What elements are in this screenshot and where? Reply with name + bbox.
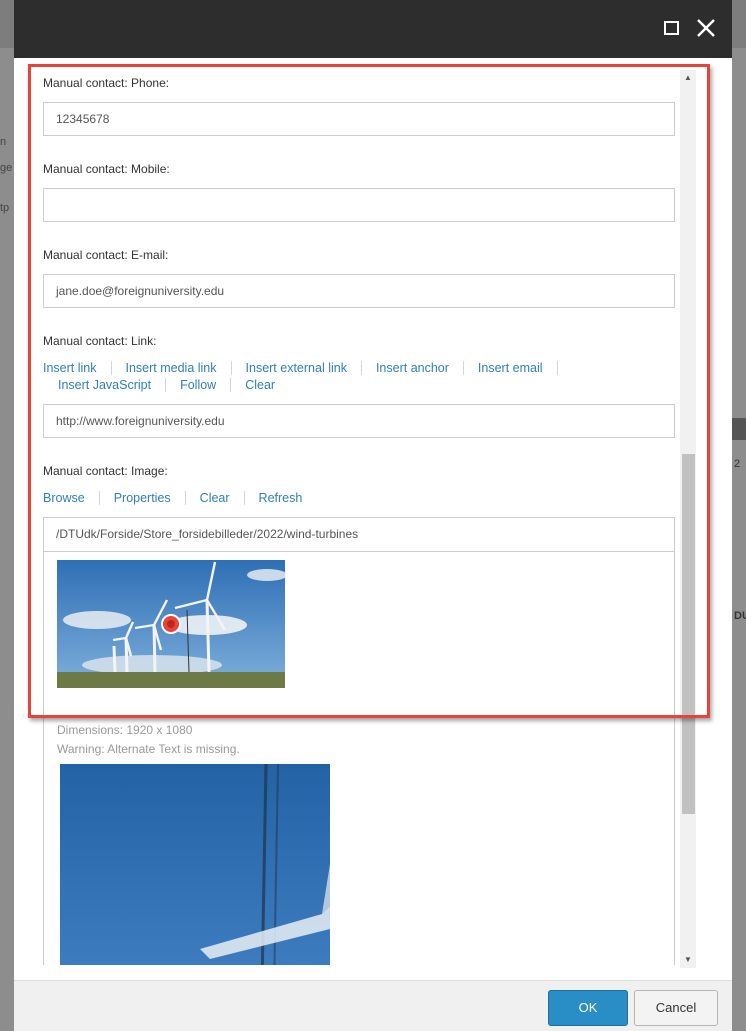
image-field-box: /DTUdk/Forside/Store_forsidebilleder/202…	[43, 517, 675, 965]
email-input[interactable]: jane.doe@foreignuniversity.edu	[43, 274, 675, 308]
link-input[interactable]: http://www.foreignuniversity.edu	[43, 404, 675, 438]
image-warning: Warning: Alternate Text is missing.	[57, 742, 240, 756]
mobile-label: Manual contact: Mobile:	[43, 162, 170, 176]
background-text: DU	[734, 610, 746, 622]
close-button[interactable]	[692, 14, 720, 42]
background-text: tp	[0, 202, 10, 214]
mobile-input[interactable]	[43, 188, 675, 222]
phone-label: Manual contact: Phone:	[43, 76, 170, 90]
insert-link-button[interactable]: Insert link	[43, 361, 112, 375]
dialog-body: Manual contact: Phone: 12345678 Manual c…	[14, 58, 732, 980]
background-text: 2	[734, 458, 741, 470]
image-actions-row: Browse Properties Clear Refresh	[43, 491, 316, 505]
link-actions-row: Insert link Insert media link Insert exter…	[43, 361, 558, 375]
scroll-down-icon[interactable]: ▼	[680, 952, 696, 968]
scrollbar-thumb[interactable]	[682, 454, 695, 814]
background-text: n	[0, 136, 7, 148]
background-bar	[732, 418, 746, 440]
image-label: Manual contact: Image:	[43, 464, 168, 478]
cancel-button[interactable]: Cancel	[634, 990, 718, 1026]
ok-button[interactable]: OK	[548, 990, 628, 1026]
scroll-up-icon[interactable]: ▲	[680, 70, 696, 86]
insert-javascript-button[interactable]: Insert JavaScript	[43, 378, 167, 392]
dialog-footer: OK Cancel	[14, 980, 732, 1031]
maximize-button[interactable]	[658, 14, 686, 42]
clear-link-button[interactable]: Clear	[231, 378, 289, 392]
follow-button[interactable]: Follow	[166, 378, 232, 392]
close-icon	[697, 19, 715, 37]
image-path[interactable]: /DTUdk/Forside/Store_forsidebilleder/202…	[44, 518, 674, 552]
insert-email-button[interactable]: Insert email	[463, 361, 558, 375]
browse-button[interactable]: Browse	[43, 491, 100, 505]
phone-input[interactable]: 12345678	[43, 102, 675, 136]
email-label: Manual contact: E-mail:	[43, 248, 169, 262]
background-text: ge	[0, 162, 13, 174]
clear-image-button[interactable]: Clear	[185, 491, 245, 505]
background-right-sliver: 2 DU	[732, 48, 746, 1031]
image-preview	[60, 764, 330, 965]
link-actions-row-2: Insert JavaScript Follow Clear	[43, 378, 289, 392]
image-dimensions: Dimensions: 1920 x 1080	[57, 723, 193, 737]
refresh-button[interactable]: Refresh	[245, 491, 317, 505]
fields-scroll-area[interactable]: Manual contact: Phone: 12345678 Manual c…	[43, 68, 695, 965]
background-left-sliver: n ge tp	[0, 48, 14, 1031]
properties-button[interactable]: Properties	[99, 491, 186, 505]
wind-turbine-thumbnail[interactable]	[57, 560, 285, 688]
link-label: Manual contact: Link:	[43, 334, 157, 348]
insert-anchor-button[interactable]: Insert anchor	[361, 361, 464, 375]
maximize-icon	[664, 21, 679, 35]
insert-external-link-button[interactable]: Insert external link	[231, 361, 362, 375]
vertical-scrollbar[interactable]: ▲ ▼	[680, 70, 696, 968]
insert-media-link-button[interactable]: Insert media link	[111, 361, 232, 375]
dialog-titlebar	[14, 0, 732, 58]
